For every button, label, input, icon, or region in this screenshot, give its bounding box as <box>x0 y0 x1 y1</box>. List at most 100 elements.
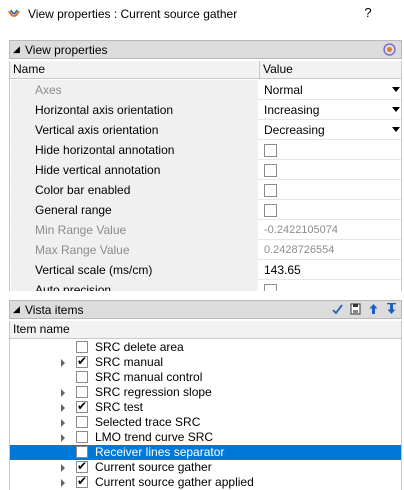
vista-item-row[interactable]: LMO trend curve SRC <box>10 430 401 445</box>
property-value-text: 143.65 <box>264 263 301 277</box>
expand-arrow-icon[interactable] <box>61 404 65 412</box>
property-dropdown[interactable]: Increasing <box>260 100 401 120</box>
property-value-text: 0.2428726554 <box>264 244 335 256</box>
vista-item-checkbox[interactable] <box>76 371 88 383</box>
property-checkbox-cell[interactable] <box>260 200 401 220</box>
property-name: Hide horizontal annotation <box>11 140 258 160</box>
expand-arrow-icon[interactable] <box>61 389 65 397</box>
vista-item-label: SRC manual <box>95 355 164 369</box>
title-bar: View properties : Current source gather … <box>0 0 404 30</box>
checkmark-icon: ✔ <box>77 474 88 488</box>
vista-items-tree: Item name SRC delete area ✔ SRC manual SRC … <box>9 321 402 490</box>
checkmark-icon[interactable] <box>332 303 343 315</box>
view-properties-header[interactable]: ◢ View properties <box>9 40 402 59</box>
dropdown-arrow-icon[interactable] <box>392 127 400 132</box>
vista-item-label: Current source gather <box>95 460 212 474</box>
property-row[interactable]: Axes Normal <box>10 80 401 100</box>
vista-item-checkbox[interactable]: ✔ <box>76 399 88 413</box>
expand-arrow-icon[interactable] <box>61 359 65 367</box>
vista-item-row[interactable]: ✔ Current source gather applied <box>10 474 401 490</box>
property-name: Auto precision <box>11 280 258 291</box>
vista-item-row[interactable]: Selected trace SRC <box>10 415 401 430</box>
property-name: Vertical axis orientation <box>11 120 258 140</box>
property-row[interactable]: Min Range Value -0.2422105074 <box>10 220 401 240</box>
property-name: Color bar enabled <box>11 180 258 200</box>
property-value-text: -0.2422105074 <box>264 224 339 236</box>
move-down-icon[interactable] <box>386 303 397 315</box>
vista-item-checkbox[interactable] <box>76 446 88 458</box>
property-name: Axes <box>11 80 258 100</box>
property-row[interactable]: Hide horizontal annotation <box>10 140 401 160</box>
view-properties-title: View properties <box>25 42 108 57</box>
vista-item-label: LMO trend curve SRC <box>95 430 214 444</box>
expand-arrow-icon[interactable] <box>61 434 65 442</box>
property-checkbox-cell[interactable] <box>260 180 401 200</box>
property-row[interactable]: Vertical axis orientation Decreasing <box>10 120 401 140</box>
name-column-header[interactable]: Name <box>10 61 260 79</box>
property-checkbox[interactable] <box>264 144 277 157</box>
vista-item-row[interactable]: SRC manual control <box>10 370 401 385</box>
vista-item-row[interactable]: Receiver lines separator <box>10 445 401 460</box>
vista-item-checkbox[interactable] <box>76 341 88 353</box>
vista-item-row[interactable]: SRC regression slope <box>10 385 401 400</box>
vista-item-label: SRC delete area <box>95 340 184 354</box>
property-row[interactable]: Color bar enabled <box>10 180 401 200</box>
vista-item-checkbox[interactable] <box>76 431 88 443</box>
property-checkbox[interactable] <box>264 184 277 197</box>
property-dropdown[interactable]: Normal <box>260 80 401 100</box>
property-value-text: Normal <box>264 83 303 97</box>
move-up-icon[interactable] <box>368 303 379 315</box>
vista-item-label: SRC test <box>95 400 144 414</box>
vista-item-row[interactable]: ✔ SRC manual <box>10 354 401 370</box>
vista-item-checkbox[interactable]: ✔ <box>76 474 88 488</box>
vista-item-checkbox[interactable]: ✔ <box>76 459 88 473</box>
property-checkbox-cell[interactable] <box>260 160 401 180</box>
vista-item-label: SRC regression slope <box>95 385 212 399</box>
vista-item-label: Receiver lines separator <box>95 445 225 459</box>
property-row[interactable]: Max Range Value 0.2428726554 <box>10 240 401 260</box>
vista-item-checkbox[interactable] <box>76 416 88 428</box>
collapse-triangle-icon[interactable]: ◢ <box>13 304 25 315</box>
property-row[interactable]: Horizontal axis orientation Increasing <box>10 100 401 120</box>
vista-item-row[interactable]: SRC delete area <box>10 340 401 355</box>
expand-arrow-icon[interactable] <box>61 464 65 472</box>
property-row[interactable]: Auto precision <box>10 280 401 291</box>
target-icon[interactable] <box>383 43 396 56</box>
property-value-text: Decreasing <box>264 123 325 137</box>
property-value: 0.2428726554 <box>260 240 401 260</box>
property-value-text: Increasing <box>264 103 320 117</box>
collapse-triangle-icon[interactable]: ◢ <box>13 44 25 55</box>
property-checkbox-cell[interactable] <box>260 280 401 291</box>
window-title: View properties : Current source gather <box>28 7 238 21</box>
property-name: General range <box>11 200 258 220</box>
property-name: Horizontal axis orientation <box>11 100 258 120</box>
vista-item-row[interactable]: ✔ Current source gather <box>10 459 401 475</box>
property-dropdown[interactable]: Decreasing <box>260 120 401 140</box>
save-icon[interactable] <box>350 303 361 315</box>
checkmark-icon: ✔ <box>77 354 88 368</box>
property-value[interactable]: 143.65 <box>260 260 401 280</box>
property-checkbox[interactable] <box>264 204 277 217</box>
vista-item-label: Current source gather applied <box>95 475 254 489</box>
dropdown-arrow-icon[interactable] <box>392 87 400 92</box>
vista-item-row[interactable]: ✔ SRC test <box>10 399 401 415</box>
value-column-header[interactable]: Value <box>260 61 401 79</box>
dropdown-arrow-icon[interactable] <box>392 107 400 112</box>
property-name: Hide vertical annotation <box>11 160 258 180</box>
checkmark-icon: ✔ <box>77 399 88 413</box>
property-row[interactable]: General range <box>10 200 401 220</box>
property-name: Max Range Value <box>11 240 258 260</box>
property-checkbox-cell[interactable] <box>260 140 401 160</box>
help-button[interactable]: ? <box>360 5 376 23</box>
property-checkbox[interactable] <box>264 164 277 177</box>
expand-arrow-icon[interactable] <box>61 479 65 487</box>
property-checkbox[interactable] <box>264 284 277 291</box>
item-name-column-header[interactable]: Item name <box>10 321 401 339</box>
vista-items-header[interactable]: ◢ Vista items <box>9 300 402 319</box>
property-row[interactable]: Vertical scale (ms/cm) 143.65 <box>10 260 401 280</box>
expand-arrow-icon[interactable] <box>61 419 65 427</box>
vista-item-label: Selected trace SRC <box>95 415 201 429</box>
property-row[interactable]: Hide vertical annotation <box>10 160 401 180</box>
vista-item-checkbox[interactable] <box>76 386 88 398</box>
vista-item-checkbox[interactable]: ✔ <box>76 354 88 368</box>
